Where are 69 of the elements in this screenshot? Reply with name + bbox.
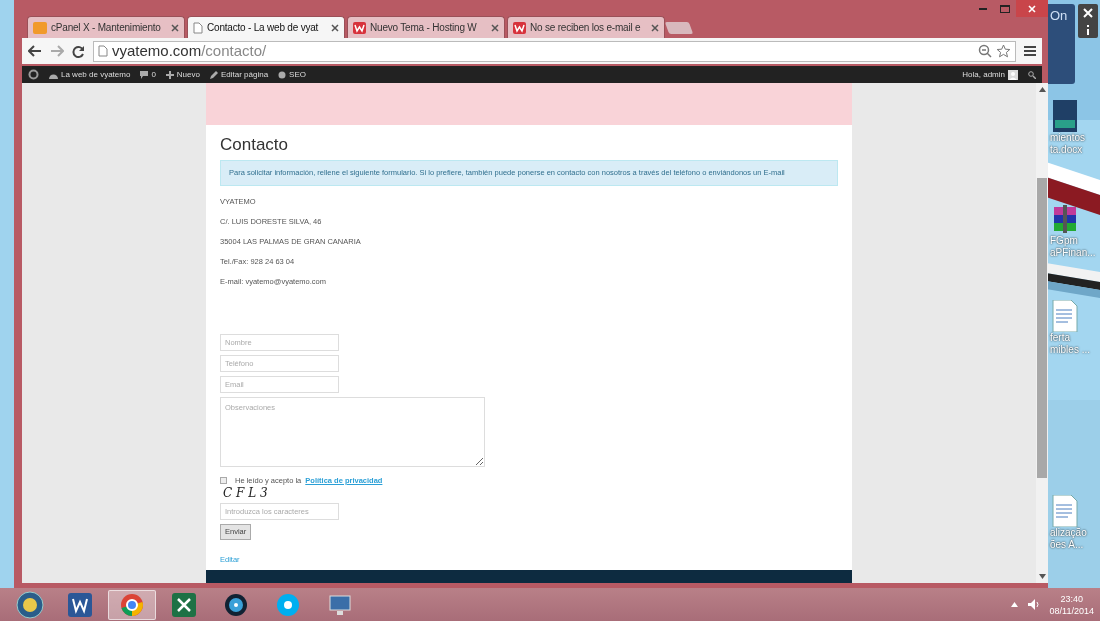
- pencil-icon: [209, 70, 218, 79]
- close-icon: [1028, 4, 1036, 13]
- address-bar[interactable]: vyatemo.com/contacto/: [93, 40, 1016, 62]
- close-tab-icon[interactable]: [171, 23, 179, 32]
- tray-arrow-icon[interactable]: [1010, 602, 1018, 607]
- minimize-icon: [979, 7, 987, 10]
- scroll-up-icon[interactable]: [1038, 87, 1046, 92]
- comments-link[interactable]: 0: [140, 68, 156, 81]
- page-icon: [193, 21, 203, 34]
- w-logo-icon: [513, 21, 526, 34]
- new-tab-button[interactable]: [664, 22, 694, 34]
- icon-label: mibles ...: [1050, 344, 1090, 356]
- icon-label: aPFinan...: [1050, 247, 1096, 259]
- browser-tab[interactable]: Contacto - La web de vyat: [187, 16, 345, 38]
- seo-link[interactable]: SEO: [278, 68, 306, 81]
- close-tab-icon[interactable]: [491, 23, 499, 32]
- menu-icon[interactable]: [1024, 46, 1036, 56]
- comment-icon: [140, 70, 149, 79]
- icon-label: FGpm: [1050, 235, 1078, 247]
- archive-icon[interactable]: [1052, 205, 1078, 235]
- close-tab-icon[interactable]: [651, 23, 659, 32]
- new-link[interactable]: Nuevo: [165, 68, 200, 81]
- icon-label: ões A...: [1050, 539, 1084, 551]
- page-icon: [98, 45, 108, 57]
- close-icon[interactable]: [1083, 7, 1093, 18]
- reload-icon[interactable]: [72, 44, 85, 58]
- taskbar-app[interactable]: [108, 589, 156, 620]
- close-button[interactable]: [1016, 0, 1048, 17]
- account-link[interactable]: Hola, admin: [962, 68, 1018, 81]
- consent-checkbox[interactable]: [220, 476, 227, 484]
- speaker-icon[interactable]: [1027, 599, 1040, 610]
- page-title: Contacto: [220, 135, 290, 156]
- search-icon[interactable]: [1028, 70, 1036, 79]
- info-icon[interactable]: [1085, 24, 1091, 35]
- browser-tab[interactable]: No se reciben los e-mail e: [507, 16, 665, 38]
- captcha-text: C F L 3: [223, 486, 268, 499]
- maximize-icon: [1000, 4, 1010, 13]
- spreadsheet-icon: [172, 592, 196, 617]
- document-icon[interactable]: [1052, 100, 1078, 132]
- edit-page-link[interactable]: Editar página: [209, 68, 269, 81]
- start-orb-icon[interactable]: [16, 590, 44, 619]
- plus-icon: [165, 70, 174, 79]
- star-icon[interactable]: [996, 44, 1011, 58]
- word-icon: [68, 592, 92, 617]
- close-tab-icon[interactable]: [331, 23, 339, 32]
- clock-time: 23:40: [1060, 592, 1084, 605]
- site-link[interactable]: La web de vyatemo: [49, 68, 131, 81]
- scroll-thumb[interactable]: [1037, 178, 1047, 478]
- icon-label: ta.docx: [1050, 144, 1083, 156]
- zoom-out-icon[interactable]: [978, 44, 992, 58]
- widget-text: On: [1050, 7, 1068, 25]
- scroll-down-icon[interactable]: [1038, 574, 1046, 579]
- chat-icon: [276, 592, 300, 617]
- browser-tab[interactable]: cPanel X - Mantenimiento: [27, 16, 185, 38]
- monitor-icon: [328, 592, 352, 617]
- circle-icon: [278, 70, 287, 79]
- url-text: vyatemo.com/contacto/: [112, 40, 268, 61]
- wordpress-logo-icon[interactable]: [28, 69, 39, 80]
- clock-date: 08/11/2014: [1049, 604, 1094, 617]
- chrome-icon: [120, 592, 144, 617]
- back-icon[interactable]: [28, 45, 42, 57]
- browser-tab[interactable]: Nuevo Tema - Hosting W: [347, 16, 505, 38]
- icon-label: alização: [1050, 527, 1087, 539]
- scrollbar[interactable]: [1036, 83, 1048, 583]
- w-logo-icon: [353, 21, 366, 34]
- disc-icon: [224, 592, 248, 617]
- avatar-icon: [1008, 69, 1018, 80]
- icon-label: mientos: [1050, 132, 1085, 144]
- icon-label: ferta: [1050, 332, 1070, 344]
